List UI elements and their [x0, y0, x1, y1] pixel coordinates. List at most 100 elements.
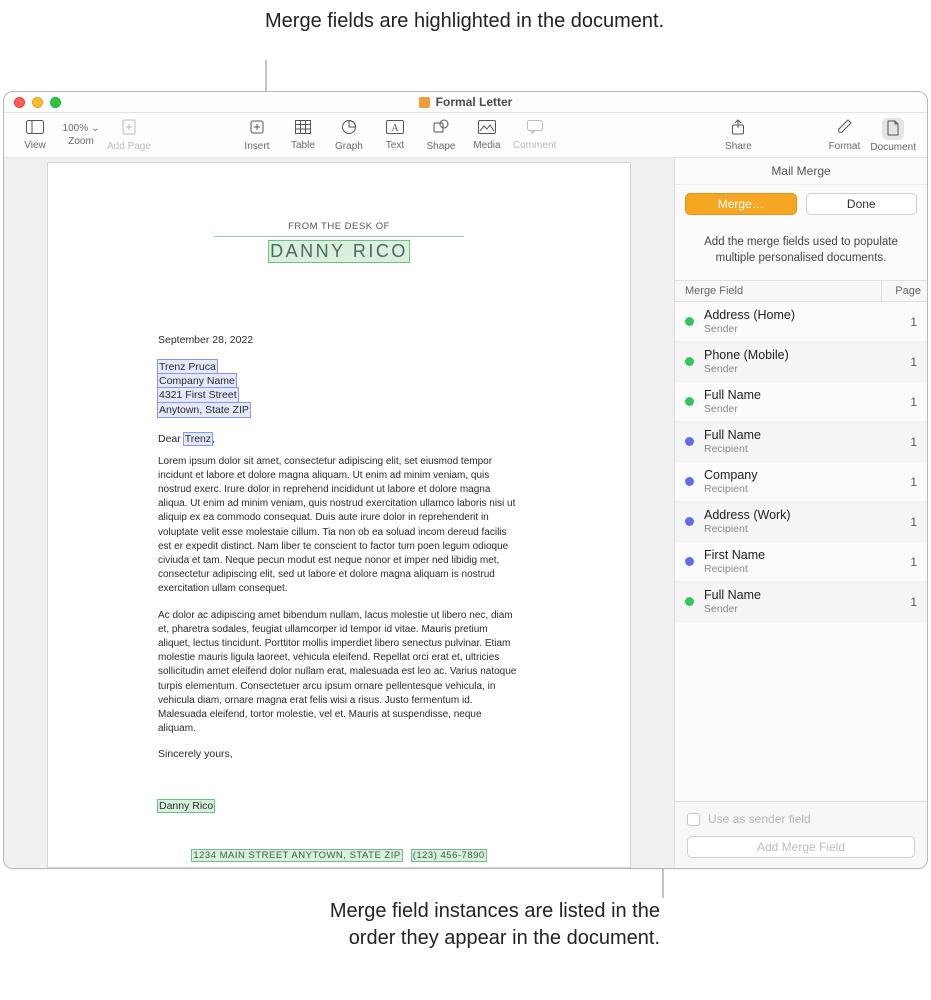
table-icon: [295, 120, 311, 138]
share-button[interactable]: Share: [715, 115, 761, 155]
from-desk-label: FROM THE DESK OF: [158, 221, 520, 232]
role-dot-icon: [685, 517, 694, 526]
merge-field-footer-address[interactable]: 1234 MAIN STREET ANYTOWN, STATE ZIP: [192, 850, 401, 861]
letter-date: September 28, 2022: [158, 334, 520, 346]
field-name: Full Name: [704, 428, 891, 442]
body-paragraph-2: Ac dolor ac adipiscing amet bibendum nul…: [158, 609, 520, 737]
field-name: Full Name: [704, 388, 891, 402]
insert-label: Insert: [244, 141, 269, 152]
view-button[interactable]: View: [12, 115, 58, 155]
field-page: 1: [891, 475, 917, 489]
document-button[interactable]: Document: [867, 115, 919, 155]
format-button[interactable]: Format: [821, 115, 867, 155]
text-button[interactable]: A Text: [372, 115, 418, 155]
graph-label: Graph: [335, 141, 363, 152]
share-label: Share: [725, 141, 752, 152]
merge-field-signature[interactable]: Danny Rico: [158, 800, 214, 812]
merge-field-first-name[interactable]: Trenz: [184, 433, 212, 445]
shape-button[interactable]: Shape: [418, 115, 464, 155]
role-dot-icon: [685, 357, 694, 366]
media-label: Media: [473, 140, 500, 151]
panel-title: Mail Merge: [675, 158, 927, 185]
document-icon: [419, 97, 430, 108]
comment-button[interactable]: Comment: [510, 115, 559, 155]
textbox-icon: A: [386, 120, 404, 138]
field-page: 1: [891, 595, 917, 609]
zoom-value: 100%: [63, 123, 89, 134]
column-header-field[interactable]: Merge Field: [675, 281, 881, 301]
merge-field-row[interactable]: Address (Work)Recipient1: [675, 502, 927, 542]
zoom-button[interactable]: 100% ⌄ Zoom: [58, 115, 104, 155]
role-dot-icon: [685, 557, 694, 566]
fullscreen-window-button[interactable]: [50, 97, 61, 108]
merge-field-row[interactable]: CompanyRecipient1: [675, 462, 927, 502]
field-role: Recipient: [704, 443, 891, 455]
document-label: Document: [870, 142, 916, 153]
field-name: First Name: [704, 548, 891, 562]
minimize-window-button[interactable]: [32, 97, 43, 108]
salutation-suffix: ,: [212, 433, 215, 445]
add-page-button[interactable]: Add Page: [104, 115, 154, 155]
role-dot-icon: [685, 437, 694, 446]
merge-field-sender-name[interactable]: DANNY RICO: [269, 241, 409, 262]
field-page: 1: [891, 435, 917, 449]
plus-page-icon: [122, 119, 136, 139]
insert-icon: [249, 119, 265, 139]
checkbox-icon: [687, 813, 700, 826]
recipient-address-block: Trenz Pruca Company Name 4321 First Stre…: [158, 360, 520, 417]
paintbrush-icon: [836, 119, 852, 139]
field-role: Recipient: [704, 483, 891, 495]
close-window-button[interactable]: [14, 97, 25, 108]
merge-field-street[interactable]: 4321 First Street: [158, 388, 238, 402]
merge-field-footer-phone[interactable]: (123) 456-7890: [412, 850, 486, 861]
merge-field-recipient-name[interactable]: Trenz Pruca: [158, 360, 217, 374]
table-button[interactable]: Table: [280, 115, 326, 155]
toolbar: View 100% ⌄ Zoom Add Page Insert: [4, 113, 927, 158]
field-page: 1: [891, 515, 917, 529]
chevron-down-icon: ⌄: [91, 123, 99, 134]
closing: Sincerely yours,: [158, 748, 520, 760]
salutation: Dear Trenz,: [158, 433, 520, 445]
graph-button[interactable]: Graph: [326, 115, 372, 155]
field-page: 1: [891, 315, 917, 329]
insert-button[interactable]: Insert: [234, 115, 280, 155]
merge-field-company[interactable]: Company Name: [158, 374, 236, 388]
field-page: 1: [891, 395, 917, 409]
merge-field-row[interactable]: Full NameRecipient1: [675, 422, 927, 462]
panel-help-text: Add the merge fields used to populate mu…: [675, 223, 927, 280]
merge-field-row[interactable]: Address (Home)Sender1: [675, 302, 927, 342]
callout-bottom: Merge field instances are listed in the …: [300, 898, 660, 952]
header-rule: [214, 236, 464, 237]
field-role: Recipient: [704, 563, 891, 575]
media-button[interactable]: Media: [464, 115, 510, 155]
window-title: Formal Letter: [436, 95, 513, 109]
comment-icon: [527, 120, 543, 138]
field-role: Sender: [704, 323, 891, 335]
merge-field-row[interactable]: Full NameSender1: [675, 382, 927, 422]
format-label: Format: [829, 141, 861, 152]
document-page: FROM THE DESK OF DANNY RICO September 28…: [47, 162, 631, 868]
share-icon: [731, 119, 745, 139]
media-icon: [478, 120, 496, 138]
field-table-header: Merge Field Page: [675, 280, 927, 302]
field-page: 1: [891, 355, 917, 369]
merge-field-row[interactable]: First NameRecipient1: [675, 542, 927, 582]
merge-field-row[interactable]: Phone (Mobile)Sender1: [675, 342, 927, 382]
field-name: Address (Home): [704, 308, 891, 322]
document-footer: 1234 MAIN STREET ANYTOWN, STATE ZIP (123…: [48, 850, 630, 861]
shape-icon: [433, 119, 449, 139]
role-dot-icon: [685, 397, 694, 406]
merge-field-city-state[interactable]: Anytown, State ZIP: [158, 403, 250, 417]
done-button[interactable]: Done: [806, 193, 918, 215]
column-header-page[interactable]: Page: [881, 281, 927, 301]
document-canvas[interactable]: FROM THE DESK OF DANNY RICO September 28…: [4, 158, 674, 868]
field-page: 1: [891, 555, 917, 569]
pie-chart-icon: [341, 119, 357, 139]
field-name: Phone (Mobile): [704, 348, 891, 362]
merge-field-row[interactable]: Full NameSender1: [675, 582, 927, 622]
salutation-prefix: Dear: [158, 433, 184, 445]
merge-button[interactable]: Merge…: [685, 193, 797, 215]
sidebar-icon: [26, 120, 44, 138]
shape-label: Shape: [426, 141, 455, 152]
field-role: Sender: [704, 363, 891, 375]
